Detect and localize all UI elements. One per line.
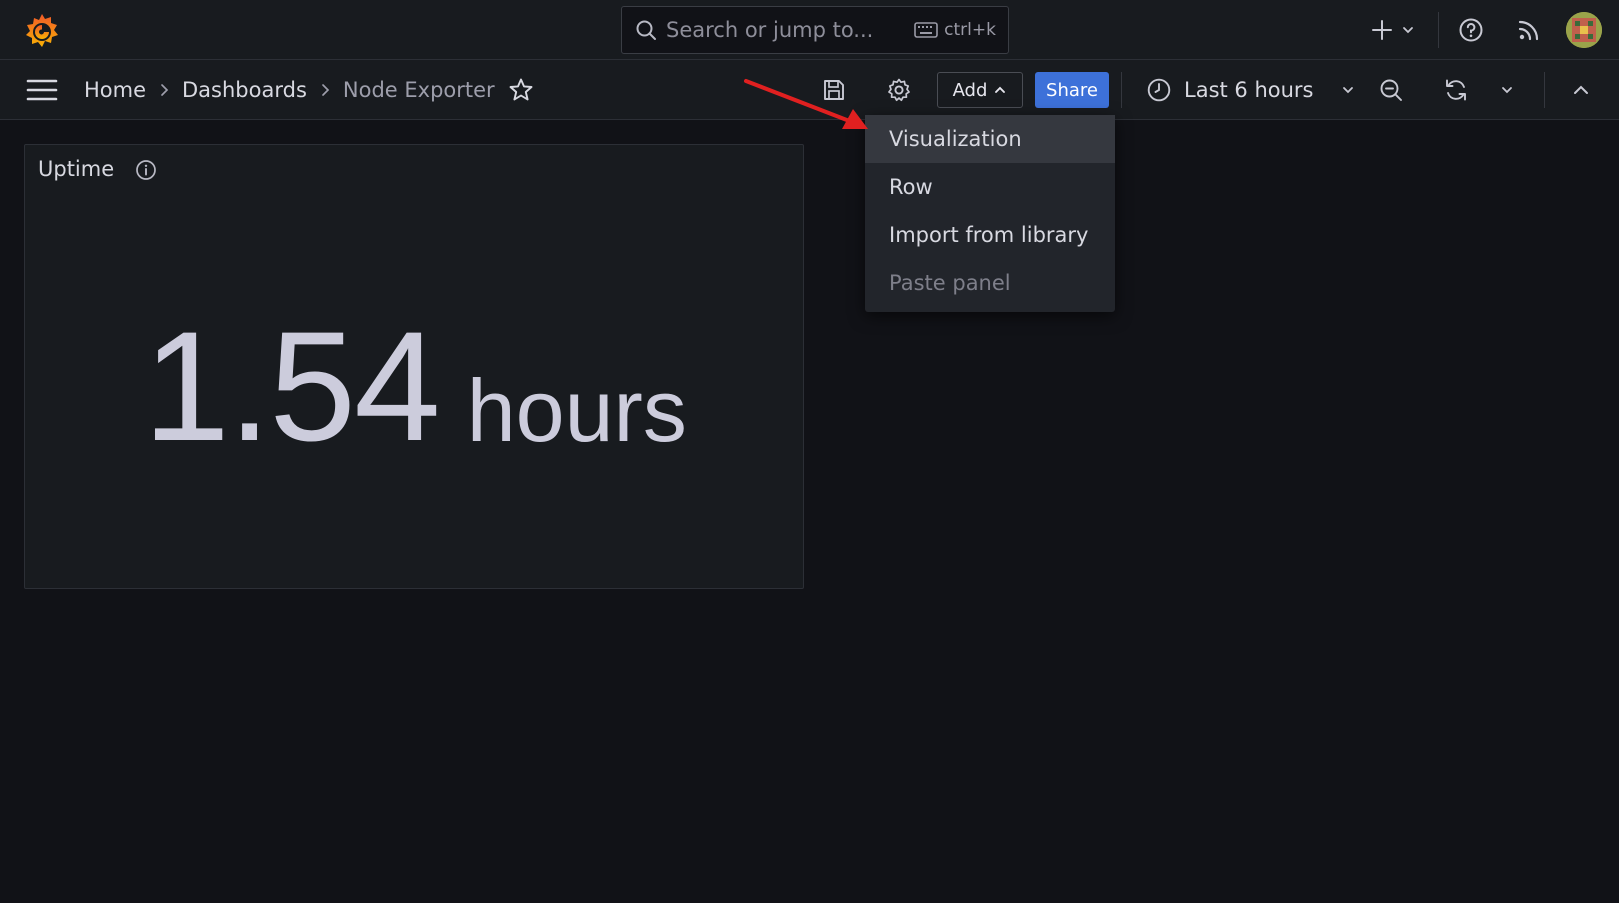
shortcut-label: ctrl+k <box>944 20 996 40</box>
breadcrumb: Home Dashboards Node Exporter <box>84 74 495 106</box>
dashboard-settings-button[interactable] <box>884 75 914 105</box>
zoom-out-button[interactable] <box>1376 75 1406 105</box>
zoom-out-icon <box>1380 79 1402 101</box>
divider <box>1438 12 1439 48</box>
clock-icon <box>1147 78 1171 102</box>
uptime-panel[interactable]: Uptime 1.54 hours <box>24 144 804 589</box>
search-bar[interactable]: Search or jump to... ctrl+k <box>621 6 1009 54</box>
help-button[interactable] <box>1458 15 1484 45</box>
menu-icon[interactable] <box>26 77 58 103</box>
time-range-picker[interactable]: Last 6 hours <box>1146 72 1356 108</box>
menu-item-row[interactable]: Row <box>865 163 1115 211</box>
divider <box>1121 72 1122 108</box>
grafana-logo[interactable] <box>22 11 62 51</box>
search-placeholder: Search or jump to... <box>666 18 874 42</box>
stat-value: 1.54 <box>143 300 441 474</box>
news-button[interactable] <box>1516 15 1542 45</box>
add-button[interactable]: Add <box>937 72 1023 108</box>
rss-icon <box>1518 20 1539 41</box>
breadcrumb-home[interactable]: Home <box>84 78 146 102</box>
chevron-right-icon <box>146 83 182 97</box>
save-dashboard-button[interactable] <box>819 75 849 105</box>
menu-item-import-from-library[interactable]: Import from library <box>865 211 1115 259</box>
save-icon <box>824 80 844 100</box>
breadcrumb-current: Node Exporter <box>342 78 495 102</box>
stat-unit: hours <box>466 360 687 460</box>
share-button[interactable]: Share <box>1035 72 1109 108</box>
breadcrumb-dashboards[interactable]: Dashboards <box>182 78 307 102</box>
menu-item-paste-panel: Paste panel <box>889 271 1011 295</box>
add-button-label: Add <box>952 79 988 101</box>
search-icon <box>636 20 656 40</box>
share-button-label: Share <box>1046 79 1098 101</box>
keyboard-icon <box>914 22 938 38</box>
chevron-up-icon <box>995 86 1006 93</box>
menu-item-visualization[interactable]: Visualization <box>865 115 1115 163</box>
add-menu: Visualization Row Import from library Pa… <box>865 115 1115 312</box>
avatar[interactable] <box>1566 12 1602 48</box>
gear-icon <box>888 78 910 102</box>
time-range-label: Last 6 hours <box>1184 78 1314 102</box>
chevron-down-icon <box>1342 87 1353 94</box>
refresh-interval-button[interactable] <box>1492 75 1522 105</box>
help-icon <box>1459 18 1483 42</box>
plus-icon <box>1372 20 1392 40</box>
divider <box>1544 72 1545 108</box>
star-icon[interactable] <box>508 77 534 103</box>
chevron-down-icon <box>1502 87 1512 94</box>
new-button[interactable] <box>1370 15 1416 45</box>
refresh-button[interactable] <box>1441 75 1471 105</box>
chevron-down-icon <box>1403 27 1413 34</box>
top-bar: Search or jump to... ctrl+k <box>0 0 1619 60</box>
avatar-image <box>1566 12 1602 48</box>
refresh-icon <box>1446 79 1466 101</box>
chevron-right-icon <box>307 83 343 97</box>
search-shortcut: ctrl+k <box>914 20 996 40</box>
stat-display: 1.54 hours <box>25 145 805 590</box>
chevron-up-icon <box>1574 85 1588 94</box>
collapse-nav-button[interactable] <box>1566 75 1596 105</box>
